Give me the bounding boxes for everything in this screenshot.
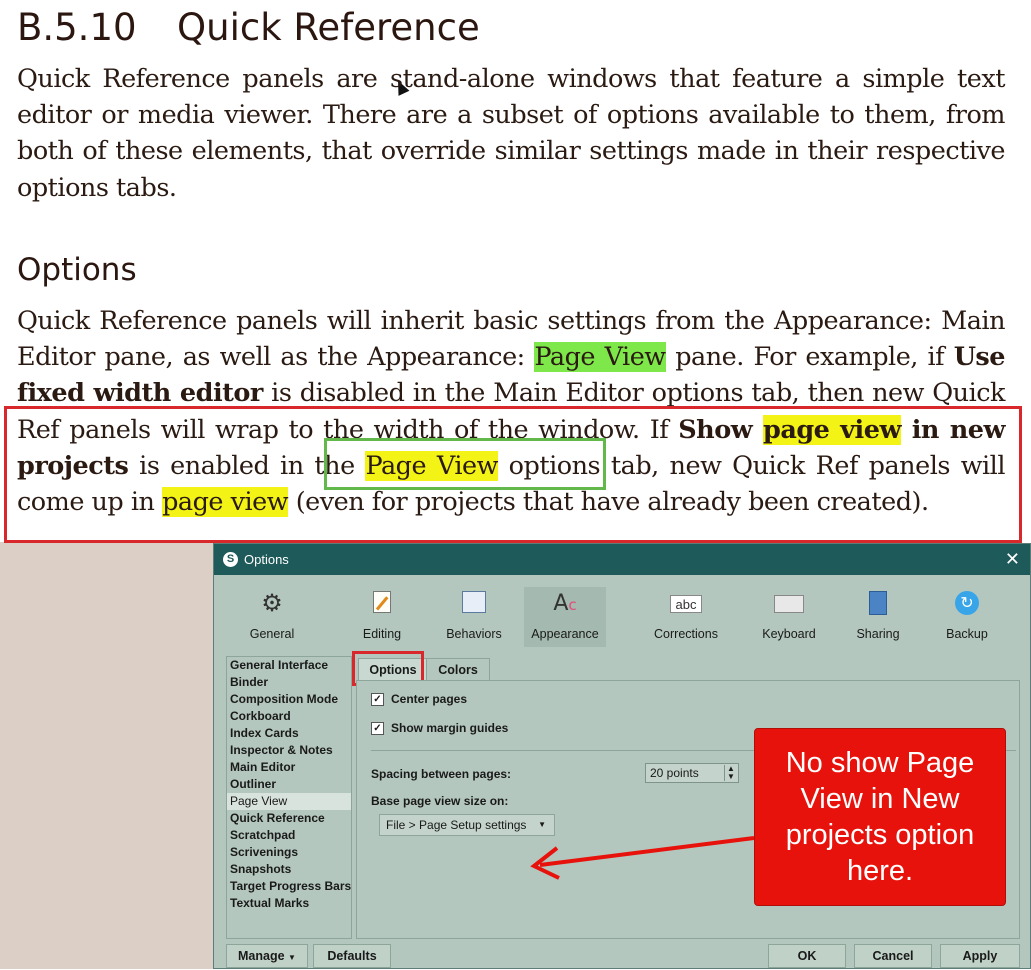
- apply-button[interactable]: Apply: [940, 944, 1020, 968]
- background-area: [0, 542, 215, 969]
- highlight-page-view: Page View: [534, 342, 666, 373]
- options-window: S Options ✕ ⚙ General Editing Behaviors …: [213, 543, 1031, 969]
- para-text: pane. For example, if: [665, 342, 954, 373]
- ok-button[interactable]: OK: [768, 944, 846, 968]
- options-heading: Options: [17, 252, 137, 288]
- green-annotation-box: [324, 438, 606, 490]
- section-title: Quick Reference: [177, 6, 480, 49]
- chevron-down-icon: ▼: [288, 953, 296, 962]
- manage-button[interactable]: Manage ▼: [226, 944, 308, 968]
- intro-paragraph: Quick Reference panels are stand-alone w…: [17, 64, 1006, 203]
- defaults-button[interactable]: Defaults: [313, 944, 391, 968]
- section-number: B.5.10: [17, 6, 137, 49]
- arrow-line: [539, 836, 755, 867]
- manage-label: Manage: [238, 949, 285, 963]
- section-heading: B.5.10 Quick Reference: [17, 6, 480, 49]
- callout-arrow: [530, 836, 755, 880]
- cancel-button[interactable]: Cancel: [854, 944, 932, 968]
